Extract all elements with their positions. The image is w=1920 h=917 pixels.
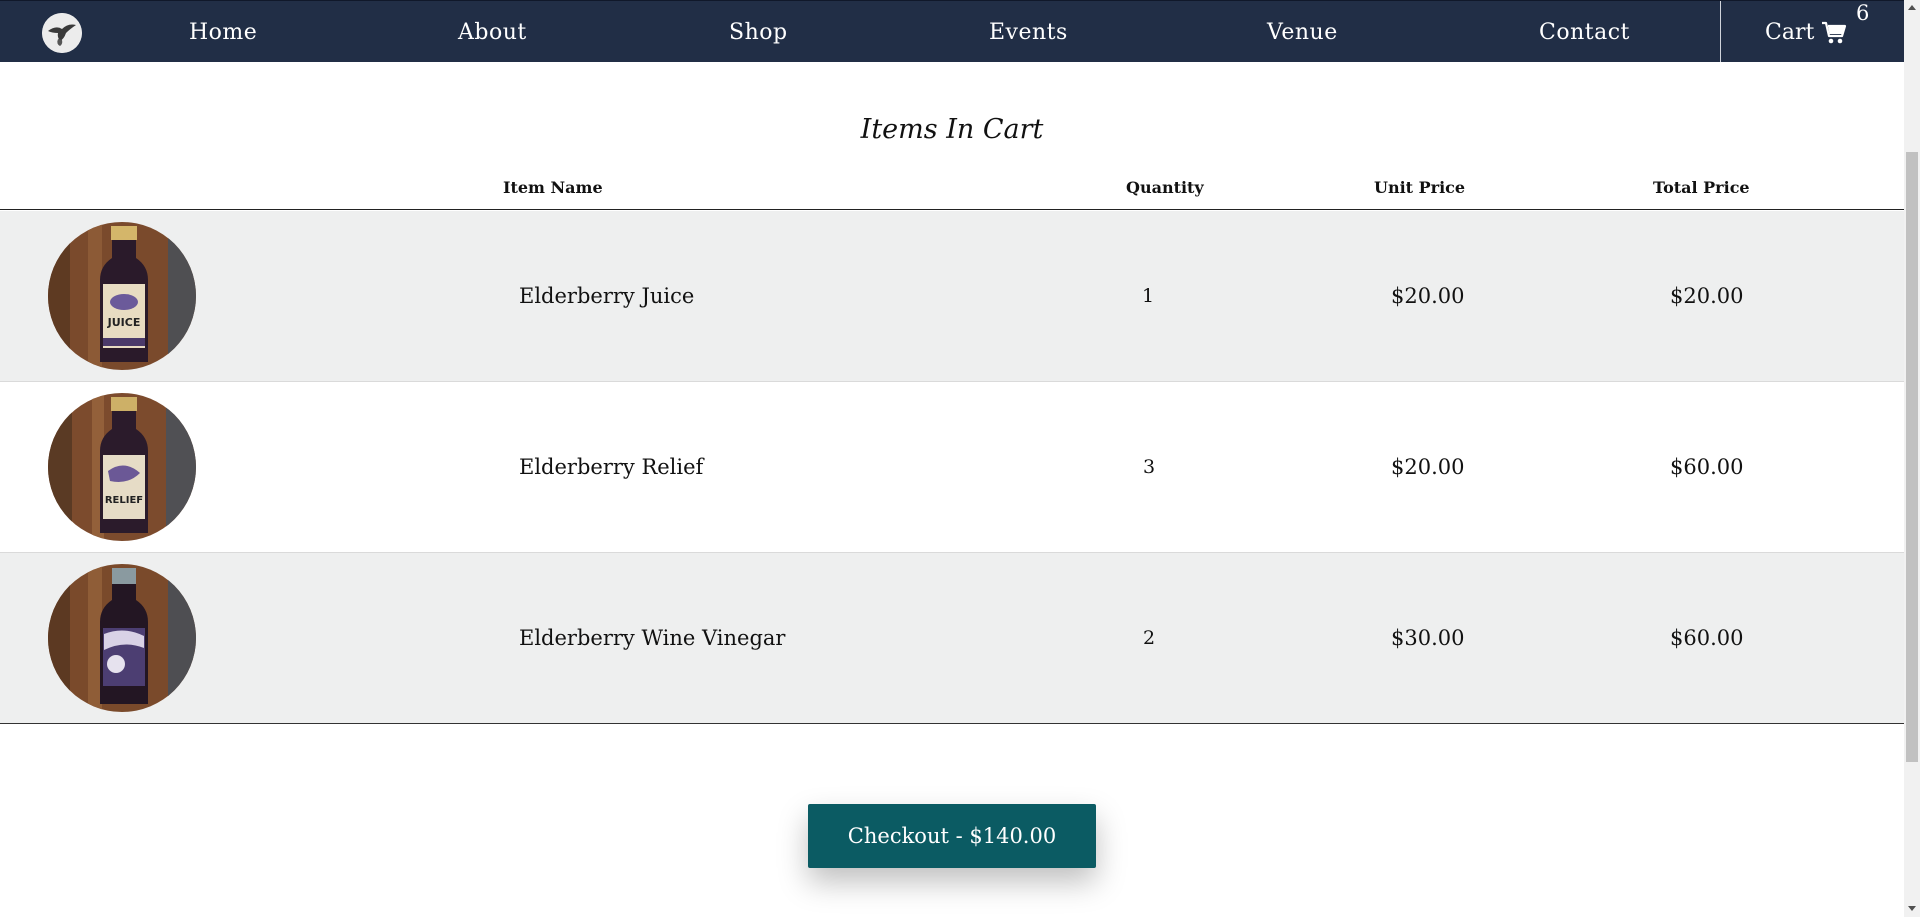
product-image: JUICE bbox=[48, 222, 196, 370]
column-header-unit-price: Unit Price bbox=[1374, 178, 1466, 197]
product-label-text: JUICE bbox=[107, 316, 141, 329]
item-name[interactable]: Elderberry Wine Vinegar bbox=[519, 553, 785, 723]
bird-logo-icon[interactable] bbox=[42, 13, 82, 53]
item-quantity: 3 bbox=[1143, 456, 1156, 478]
item-total-price: $60.00 bbox=[1670, 626, 1744, 650]
shopping-cart-icon bbox=[1821, 21, 1847, 45]
checkout-button[interactable]: Checkout - $140.00 bbox=[808, 804, 1096, 868]
item-unit-price: $20.00 bbox=[1391, 455, 1465, 479]
item-unit-price: $30.00 bbox=[1391, 626, 1465, 650]
item-total-price: $60.00 bbox=[1670, 455, 1744, 479]
nav-contact[interactable]: Contact bbox=[1539, 1, 1630, 62]
top-navbar: Home About Shop Events Venue Contact Car… bbox=[0, 0, 1904, 62]
table-row: Elderberry Wine Vinegar 2 $30.00 $60.00 bbox=[0, 552, 1904, 723]
product-image: RELIEF bbox=[48, 393, 196, 541]
item-total-price: $20.00 bbox=[1670, 284, 1744, 308]
scroll-down-arrow-icon[interactable] bbox=[1908, 906, 1916, 911]
product-label-text: RELIEF bbox=[105, 495, 143, 506]
vertical-scrollbar[interactable] bbox=[1904, 0, 1920, 917]
cart-label: Cart bbox=[1765, 20, 1815, 45]
page-title: Items In Cart bbox=[860, 114, 1044, 145]
cart-count-badge: 6 bbox=[1856, 1, 1870, 25]
column-header-quantity: Quantity bbox=[1126, 178, 1204, 197]
nav-venue[interactable]: Venue bbox=[1267, 1, 1338, 62]
item-name[interactable]: Elderberry Relief bbox=[519, 382, 703, 552]
item-quantity: 1 bbox=[1142, 285, 1155, 307]
table-row: JUICE Elderberry Juice 1 $20.00 $20.00 bbox=[0, 211, 1904, 381]
nav-shop[interactable]: Shop bbox=[729, 1, 788, 62]
table-bottom-divider bbox=[0, 723, 1904, 724]
scrollbar-thumb[interactable] bbox=[1906, 152, 1918, 762]
nav-about[interactable]: About bbox=[458, 1, 527, 62]
nav-home[interactable]: Home bbox=[189, 1, 257, 62]
product-image bbox=[48, 564, 196, 712]
nav-events[interactable]: Events bbox=[989, 1, 1068, 62]
header-divider bbox=[0, 209, 1904, 210]
column-header-item-name: Item Name bbox=[503, 178, 603, 197]
column-header-total-price: Total Price bbox=[1653, 178, 1750, 197]
cart-link[interactable]: Cart 6 bbox=[1720, 1, 1905, 62]
item-name[interactable]: Elderberry Juice bbox=[519, 211, 694, 381]
table-row: RELIEF Elderberry Relief 3 $20.00 $60.00 bbox=[0, 381, 1904, 552]
item-unit-price: $20.00 bbox=[1391, 284, 1465, 308]
item-quantity: 2 bbox=[1143, 627, 1156, 649]
scroll-up-arrow-icon[interactable] bbox=[1908, 5, 1916, 10]
